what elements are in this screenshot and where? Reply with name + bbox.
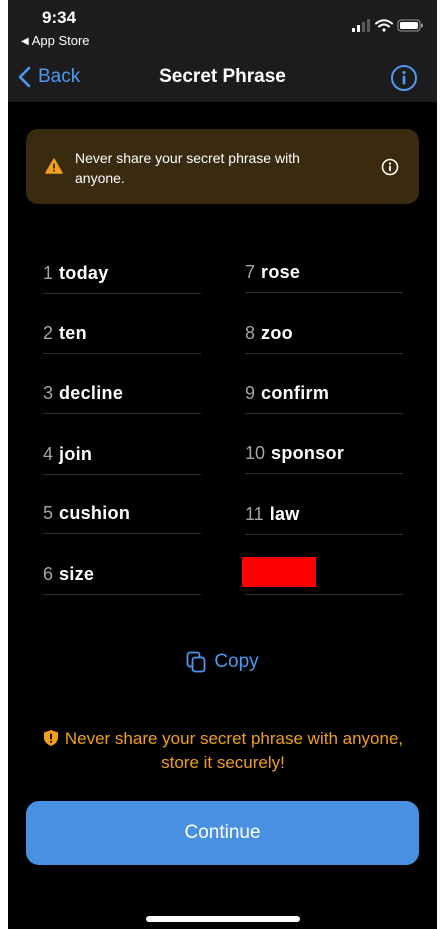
word-number: 3 <box>43 382 54 403</box>
redaction-box <box>242 557 316 587</box>
status-bar: 9:34 ◀ App Store <box>8 0 437 52</box>
word-number: 10 <box>245 442 266 463</box>
word-item: 4 join <box>43 434 201 475</box>
shield-exclamation-icon <box>43 730 58 746</box>
status-time: 9:34 <box>42 8 77 27</box>
word-text: rose <box>261 261 301 282</box>
word-item: 3 decline <box>43 373 201 414</box>
home-indicator[interactable] <box>146 916 300 922</box>
warning-triangle-icon <box>45 158 63 174</box>
word-text: zoo <box>261 322 293 343</box>
word-item: 1 today <box>43 253 201 294</box>
warning-banner-text: Never share your secret phrase with anyo… <box>75 150 300 186</box>
word-number: 9 <box>245 382 256 403</box>
back-app-label: App Store <box>31 33 90 48</box>
word-number: 6 <box>43 563 54 584</box>
copy-button[interactable]: Copy <box>8 648 437 676</box>
copy-button-label: Copy <box>214 651 259 672</box>
word-item: 8 zoo <box>245 313 403 354</box>
warning-banner: Never share your secret phrase with anyo… <box>26 129 419 204</box>
word-item: 7 rose <box>245 252 403 293</box>
word-number: 2 <box>43 322 54 343</box>
word-text: join <box>59 443 93 464</box>
word-item: 2 ten <box>43 313 201 354</box>
navigation-bar: Back Secret Phrase <box>8 52 437 102</box>
word-text: decline <box>59 382 124 403</box>
word-item: 11 law <box>245 494 403 535</box>
word-number: 5 <box>43 502 54 523</box>
word-text: ten <box>59 322 87 343</box>
word-item: 6 size <box>43 554 201 595</box>
word-item: 10 sponsor <box>245 433 403 474</box>
word-item: 9 confirm <box>245 373 403 414</box>
word-text: law <box>269 503 300 524</box>
word-number: 7 <box>245 261 256 282</box>
status-icons <box>352 19 423 32</box>
copy-icon <box>186 651 206 673</box>
word-text: confirm <box>261 382 330 403</box>
battery-icon <box>397 19 423 32</box>
word-number: 1 <box>43 262 54 283</box>
word-number: 4 <box>43 443 54 464</box>
phone-screen: 9:34 ◀ App Store Back Secret Phrase Neve… <box>8 0 437 929</box>
continue-button[interactable]: Continue <box>26 801 419 865</box>
back-to-app-store-link[interactable]: ◀ App Store <box>21 33 90 48</box>
cellular-signal-icon <box>352 19 370 32</box>
info-icon[interactable] <box>390 64 418 92</box>
continue-button-label: Continue <box>184 822 261 843</box>
word-number: 8 <box>245 322 256 343</box>
word-number: 11 <box>245 503 264 524</box>
bottom-warning-text: Never share your secret phrase with anyo… <box>64 729 404 772</box>
page-title: Secret Phrase <box>159 66 286 87</box>
word-text: cushion <box>59 502 131 523</box>
back-triangle-icon: ◀ <box>21 36 29 47</box>
word-text: size <box>59 563 95 584</box>
word-item: 5 cushion <box>43 493 201 534</box>
warning-info-icon[interactable] <box>381 158 399 176</box>
wifi-icon <box>375 19 393 32</box>
word-text: sponsor <box>271 442 345 463</box>
word-text: today <box>59 262 109 283</box>
bottom-warning: Never share your secret phrase with anyo… <box>38 727 408 775</box>
